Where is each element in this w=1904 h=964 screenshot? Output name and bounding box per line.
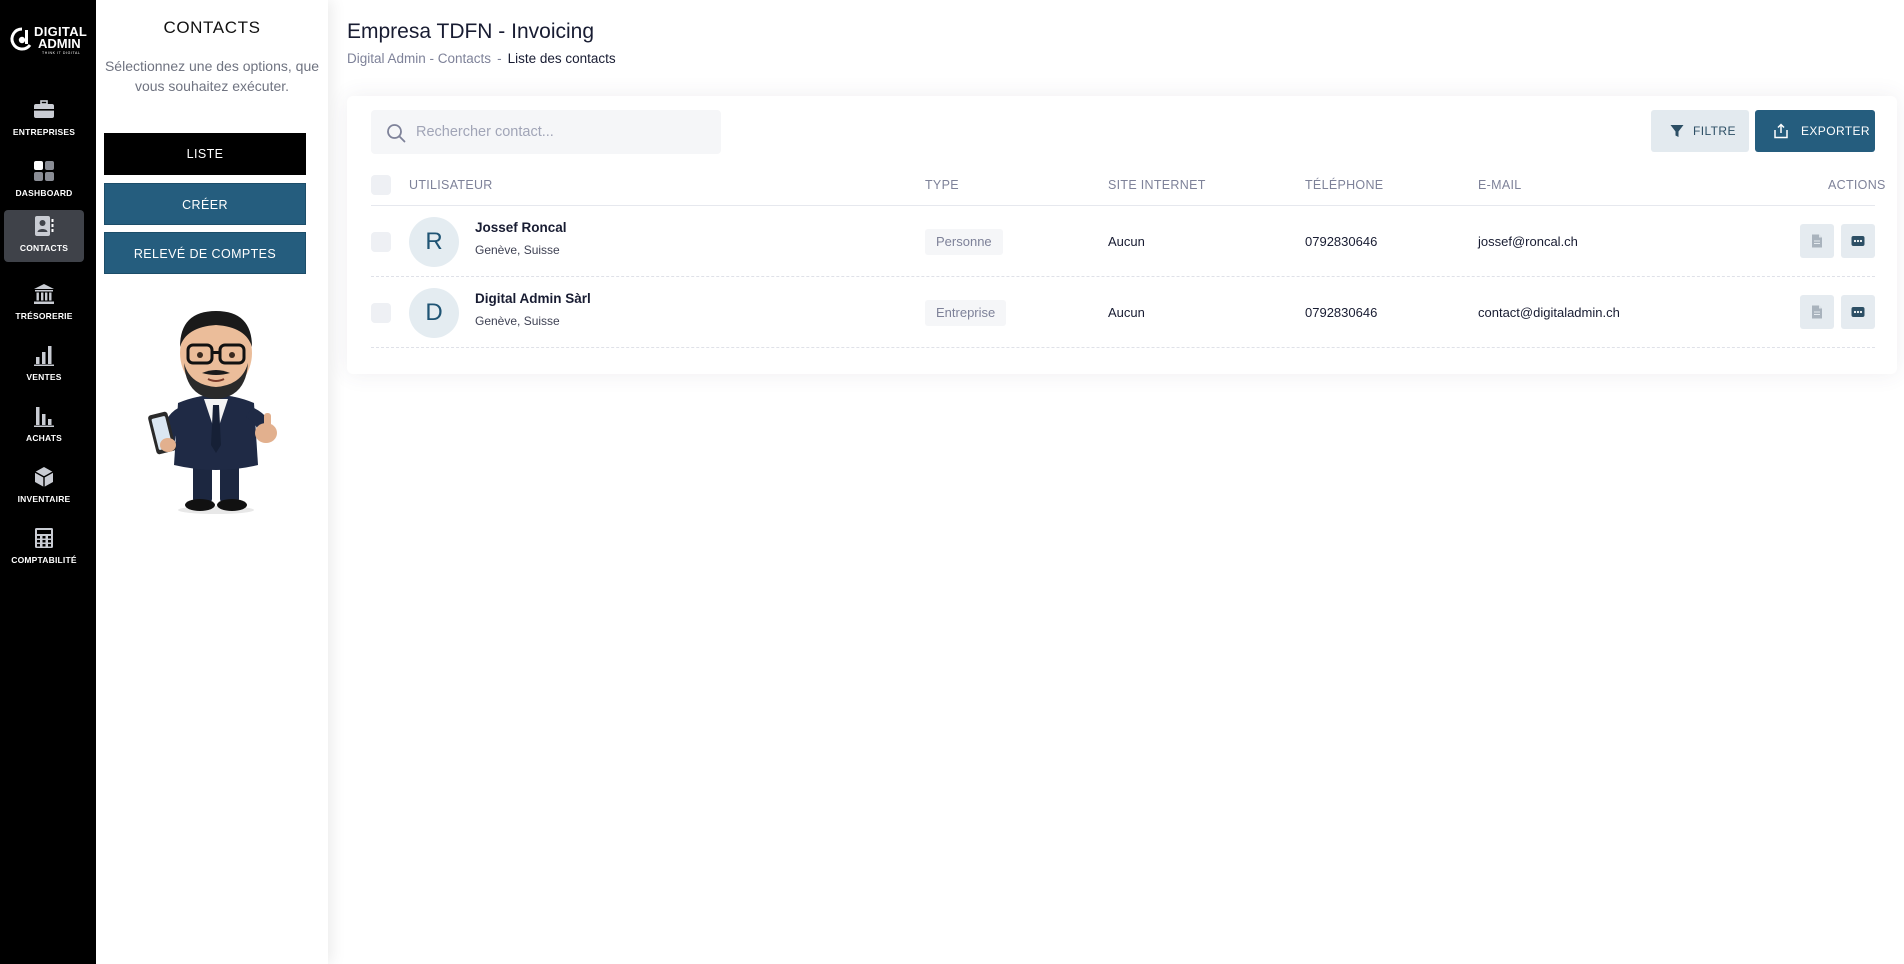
nav-item-contacts[interactable]: CONTACTS [4,210,84,262]
contact-location: Genève, Suisse [475,243,560,257]
contact-location: Genève, Suisse [475,314,560,328]
avatar: R [409,217,459,267]
main-content: Empresa TDFN - Invoicing Digital Admin -… [328,0,1904,964]
nav-label: TRÉSORERIE [15,311,73,321]
type-badge: Personne [925,229,1003,255]
search-input[interactable] [416,110,706,154]
breadcrumb-parent[interactable]: Digital Admin - Contacts [347,51,491,66]
breadcrumb-separator: - [497,51,502,66]
bank-icon [34,284,54,304]
more-options-button[interactable] [1841,224,1875,258]
nav-item-comptabilite[interactable]: COMPTABILITÉ [4,522,84,574]
sidebar-title: CONTACTS [163,18,261,37]
releve-de-comptes-button[interactable]: RELEVÉ DE COMPTES [104,232,306,274]
creer-button[interactable]: CRÉER [104,183,306,225]
website-cell: Aucun [1108,234,1145,249]
filter-button[interactable]: FILTRE [1651,110,1749,152]
filter-icon [1670,125,1684,137]
nav-rail: DIGITAL ADMIN THINK IT DIGITAL ENTREPRIS… [0,0,96,964]
email-cell: contact@digitaladmin.ch [1478,305,1620,320]
more-icon [1851,236,1865,246]
row-checkbox[interactable] [371,232,391,252]
nav-item-inventaire[interactable]: INVENTAIRE [4,461,84,513]
nav-label: VENTES [26,372,62,382]
column-header-type[interactable]: TYPE [925,178,959,192]
type-badge: Entreprise [925,300,1007,326]
nav-label: ENTREPRISES [12,127,76,137]
nav-item-achats[interactable]: ACHATS [4,400,84,452]
breadcrumb-current: Liste des contacts [507,51,616,66]
contacts-card: FILTRE EXPORTER UTILISATEUR TYPE SITE IN… [347,96,1897,374]
page-title: Empresa TDFN - Invoicing [347,20,595,43]
nav-item-ventes[interactable]: VENTES [4,339,84,391]
column-header-phone[interactable]: TÉLÉPHONE [1305,178,1383,192]
nav-label: CONTACTS [19,243,69,253]
document-icon [1812,305,1822,319]
search-box[interactable] [371,110,721,154]
export-button[interactable]: EXPORTER [1755,110,1875,152]
phone-cell: 0792830646 [1305,234,1378,249]
table-row[interactable]: D Digital Admin Sàrl Genève, Suisse Entr… [347,277,1897,348]
column-header-website[interactable]: SITE INTERNET [1108,178,1206,192]
breadcrumb: Digital Admin - Contacts - Liste des conta… [347,51,616,66]
contacts-sidebar: CONTACTS Sélectionnez une des options, q… [96,0,328,964]
row-checkbox[interactable] [371,303,391,323]
phone-cell: 0792830646 [1305,305,1378,320]
view-document-button[interactable] [1800,295,1834,329]
email-cell: jossef@roncal.ch [1478,234,1578,249]
avatar: D [409,288,459,338]
nav-item-tresorerie[interactable]: TRÉSORERIE [4,278,84,330]
liste-button[interactable]: LISTE [104,133,306,175]
website-cell: Aucun [1108,305,1145,320]
filter-label: FILTRE [1693,124,1736,138]
contact-name[interactable]: Jossef Roncal [475,220,567,235]
select-all-checkbox[interactable] [371,175,391,195]
export-label: EXPORTER [1801,124,1870,138]
brand-logo[interactable]: DIGITAL ADMIN THINK IT DIGITAL [8,24,88,55]
view-document-button[interactable] [1800,224,1834,258]
box-icon [34,467,54,487]
dashboard-icon [34,161,54,181]
brand-line2: ADMIN [38,36,81,51]
column-header-email[interactable]: E-MAIL [1478,178,1521,192]
more-options-button[interactable] [1841,295,1875,329]
column-header-actions: ACTIONS [1828,178,1886,192]
nav-label: ACHATS [26,433,62,443]
nav-label: INVENTAIRE [17,494,71,504]
document-icon [1812,234,1822,248]
nav-item-entreprises[interactable]: ENTREPRISES [4,94,84,146]
briefcase-icon [34,100,54,118]
brand-tagline: THINK IT DIGITAL [42,51,81,55]
column-header-user[interactable]: UTILISATEUR [409,178,493,192]
nav-item-dashboard[interactable]: DASHBOARD [4,155,84,207]
row-divider [371,347,1875,348]
search-icon [387,124,406,143]
logo-mark-icon [10,27,32,51]
bar-chart-icon [34,346,54,366]
sidebar-subtitle: Sélectionnez une des options, que vous s… [104,58,320,94]
mascot-illustration [148,311,277,514]
calculator-icon [35,528,53,548]
more-icon [1851,307,1865,317]
table-row[interactable]: R Jossef Roncal Genève, Suisse Personne … [347,206,1897,277]
export-icon [1774,123,1788,139]
nav-label: DASHBOARD [15,188,73,198]
contact-name[interactable]: Digital Admin Sàrl [475,291,591,306]
nav-label: COMPTABILITÉ [11,555,77,565]
contact-card-icon [35,216,54,236]
bar-chart-icon [34,407,54,427]
